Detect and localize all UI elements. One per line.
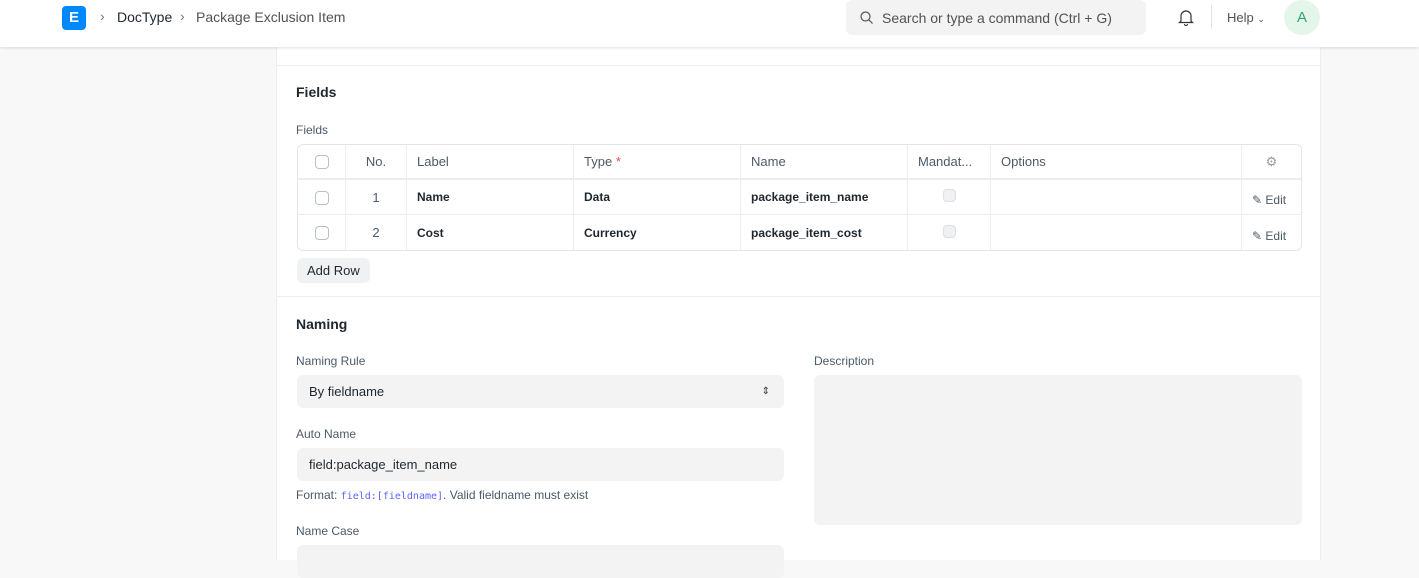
- col-no: No.: [345, 145, 406, 180]
- col-type: Type *: [573, 145, 740, 180]
- col-name: Name: [740, 145, 907, 180]
- row-name[interactable]: package_item_name: [740, 180, 907, 215]
- naming-rule-select[interactable]: By fieldname ⇕: [297, 375, 784, 408]
- add-row-button[interactable]: Add Row: [297, 258, 370, 283]
- col-options: Options: [990, 145, 1241, 180]
- navbar: E › DocType › Package Exclusion Item Sea…: [0, 0, 1419, 47]
- search-icon: [860, 11, 873, 24]
- gear-icon[interactable]: ⚙: [1266, 154, 1278, 169]
- mandatory-checkbox[interactable]: [942, 224, 956, 238]
- required-mark: *: [615, 154, 621, 169]
- select-arrows-icon: ⇕: [761, 386, 770, 397]
- row-checkbox[interactable]: [314, 226, 329, 241]
- naming-rule-value: By fieldname: [309, 384, 385, 399]
- row-checkbox[interactable]: [314, 190, 329, 205]
- format-suffix: . Valid fieldname must exist: [443, 488, 589, 502]
- row-label[interactable]: Cost: [406, 215, 573, 250]
- chevron-right-icon: ›: [100, 8, 105, 24]
- col-mandatory: Mandat...: [907, 145, 990, 180]
- naming-rule-label: Naming Rule: [296, 354, 366, 368]
- fields-table-label: Fields: [296, 123, 329, 137]
- table-header: No. Label Type * Name Mandat... Options …: [298, 145, 1301, 180]
- row-type[interactable]: Currency: [573, 215, 740, 250]
- format-code: field:[fieldname]: [340, 491, 444, 502]
- table-row[interactable]: 1 Name Data package_item_name ✎ Edit: [298, 180, 1301, 215]
- pencil-icon: ✎: [1252, 228, 1263, 243]
- table-row[interactable]: 2 Cost Currency package_item_cost ✎ Edit: [298, 215, 1301, 250]
- row-type[interactable]: Data: [573, 180, 740, 215]
- col-label: Label: [406, 145, 573, 180]
- row-options[interactable]: [990, 180, 1241, 215]
- mandatory-checkbox[interactable]: [942, 189, 956, 202]
- bell-icon[interactable]: [1178, 9, 1194, 26]
- name-case-select[interactable]: [297, 545, 784, 578]
- row-label[interactable]: Name: [406, 180, 573, 215]
- row-options[interactable]: [990, 215, 1241, 250]
- fields-table: No. Label Type * Name Mandat... Options …: [297, 144, 1302, 251]
- auto-name-label: Auto Name: [296, 427, 357, 441]
- divider: [277, 65, 1320, 66]
- help-dropdown[interactable]: Help ⌄: [1227, 10, 1265, 25]
- edit-label: Edit: [1265, 193, 1287, 207]
- edit-button[interactable]: ✎ Edit: [1241, 180, 1301, 215]
- fields-section-title: Fields: [296, 84, 337, 100]
- pencil-icon: ✎: [1252, 193, 1263, 207]
- auto-name-input[interactable]: field:package_item_name: [297, 448, 784, 481]
- col-type-label: Type: [584, 154, 613, 169]
- edit-button[interactable]: ✎ Edit: [1241, 215, 1301, 250]
- help-label: Help: [1227, 10, 1254, 25]
- breadcrumb-doctype[interactable]: DocType: [117, 9, 172, 25]
- chevron-down-icon: ⌄: [1257, 14, 1265, 24]
- description-label: Description: [814, 354, 875, 368]
- avatar[interactable]: A: [1284, 0, 1320, 35]
- name-case-label: Name Case: [296, 524, 360, 538]
- description-textarea[interactable]: [814, 375, 1302, 525]
- edit-label: Edit: [1265, 228, 1287, 243]
- form-card: Fields Fields No. Label Type * Name Mand…: [276, 30, 1321, 578]
- naming-section-title: Naming: [296, 316, 348, 332]
- select-all-checkbox[interactable]: [314, 155, 329, 170]
- row-no: 2: [345, 215, 406, 250]
- breadcrumb-current[interactable]: Package Exclusion Item: [196, 9, 345, 25]
- divider: [1211, 5, 1212, 29]
- divider: [277, 296, 1320, 297]
- app-logo[interactable]: E: [62, 6, 86, 30]
- format-prefix: Format:: [296, 488, 341, 502]
- row-name[interactable]: package_item_cost: [740, 215, 907, 250]
- column-settings[interactable]: ⚙: [1241, 145, 1301, 180]
- search-bar[interactable]: Search or type a command (Ctrl + G): [846, 0, 1146, 35]
- search-placeholder: Search or type a command (Ctrl + G): [882, 10, 1112, 26]
- auto-name-help: Format: field:[fieldname]. Valid fieldna…: [296, 488, 588, 502]
- chevron-right-icon: ›: [180, 8, 185, 24]
- row-no: 1: [345, 180, 406, 215]
